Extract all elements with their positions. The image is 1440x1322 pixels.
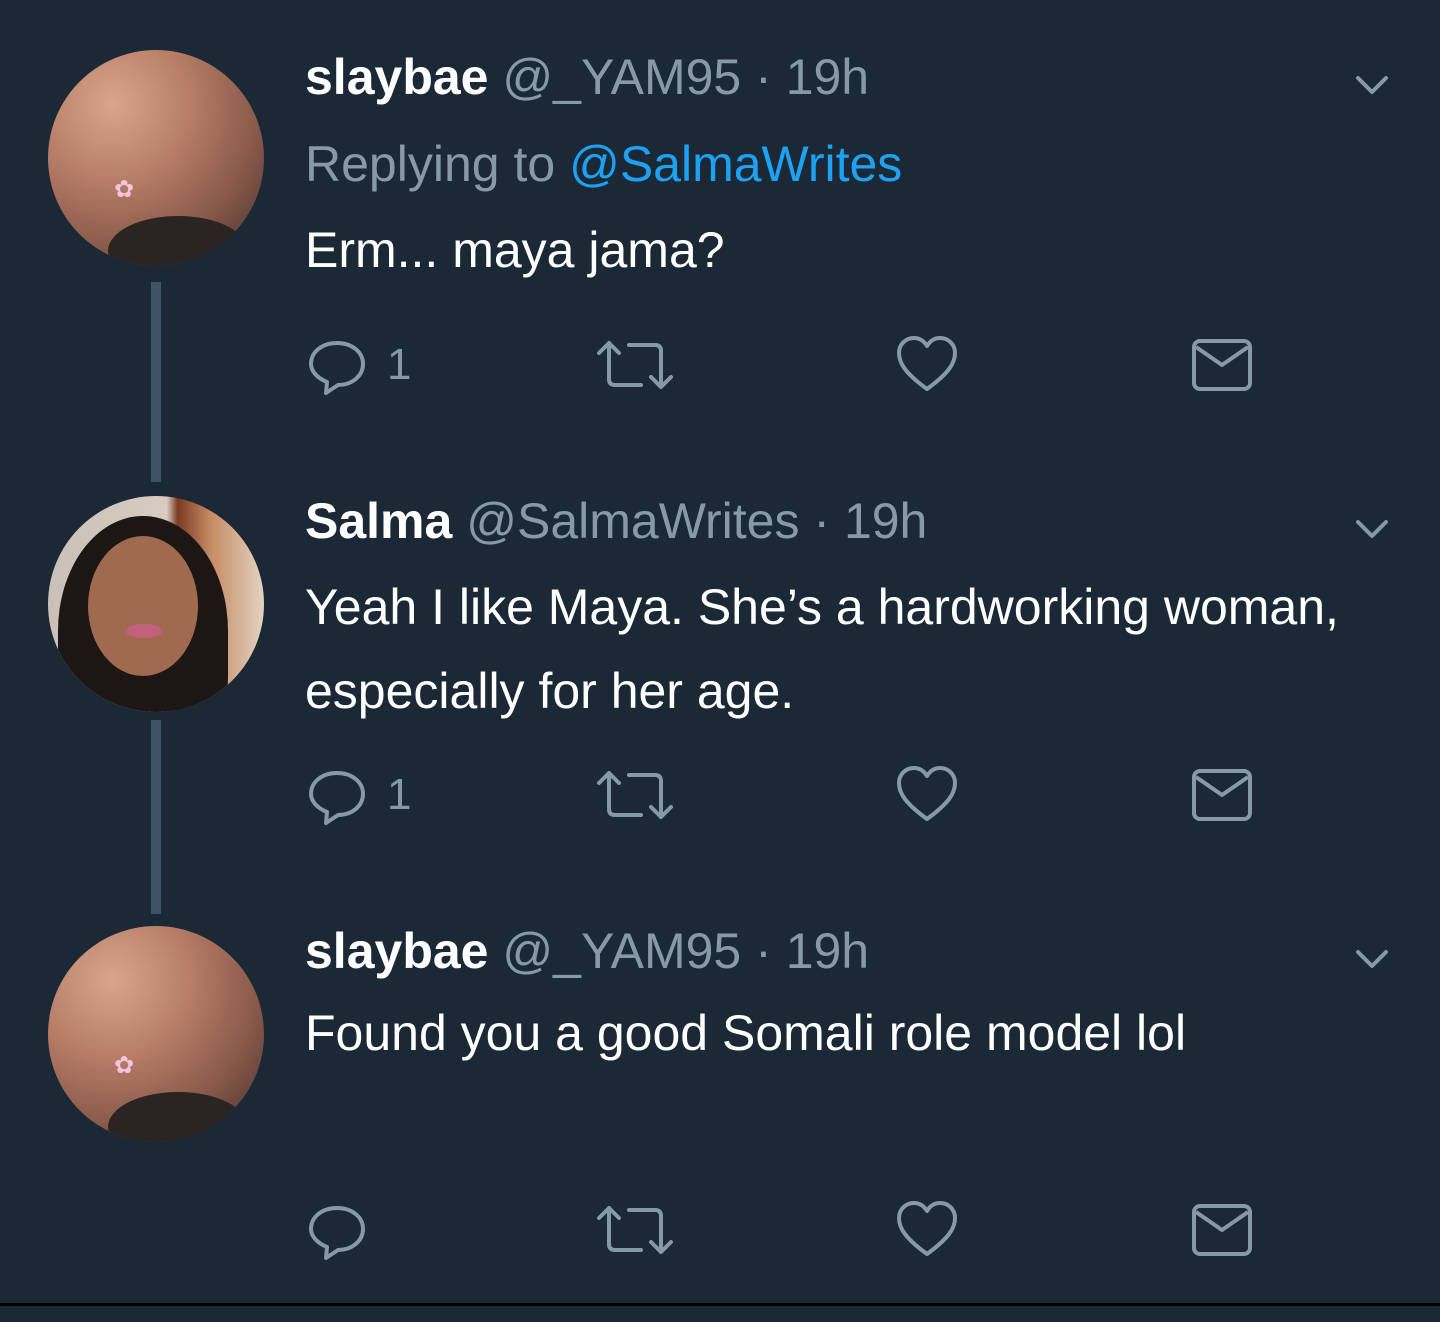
heart-icon (897, 1201, 957, 1256)
reply-count: 1 (387, 770, 412, 819)
reply-button[interactable]: 1 (305, 330, 411, 400)
retweet-button[interactable] (595, 330, 675, 400)
like-button[interactable] (895, 1195, 959, 1265)
reply-button[interactable] (305, 1195, 387, 1265)
display-name[interactable]: slaybae (305, 49, 488, 105)
retweet-icon (597, 1206, 673, 1254)
handle[interactable]: @SalmaWrites (466, 493, 799, 549)
dm-button[interactable] (1190, 330, 1254, 400)
retweet-button[interactable] (595, 760, 675, 830)
separator: · (813, 493, 831, 549)
timestamp[interactable]: 19h (786, 923, 869, 979)
avatar[interactable]: ✿ (48, 926, 264, 1142)
separator: · (755, 923, 772, 979)
retweet-button[interactable] (595, 1195, 675, 1265)
timestamp[interactable]: 19h (844, 493, 927, 549)
display-name[interactable]: slaybae (305, 923, 488, 979)
retweet-icon (597, 341, 673, 389)
reply-icon (309, 1206, 365, 1260)
flower-icon: ✿ (114, 176, 135, 203)
tweet-text: Yeah I like Maya. She’s a hardworking wo… (305, 579, 1339, 719)
display-name[interactable]: Salma (305, 493, 452, 549)
avatar-face (88, 536, 198, 676)
avatar[interactable]: ✿ (48, 50, 264, 266)
reply-icon (309, 771, 365, 825)
envelope-icon (1192, 1204, 1252, 1256)
chevron-down-icon[interactable] (1352, 64, 1392, 104)
action-bar (305, 1195, 1285, 1265)
reply-icon (309, 341, 365, 395)
envelope-icon (1192, 339, 1252, 391)
mention-link[interactable]: @SalmaWrites (569, 136, 902, 192)
dm-button[interactable] (1190, 1195, 1254, 1265)
heart-icon (897, 336, 957, 391)
tweet[interactable]: Salma @SalmaWrites · 19h Yeah I like May… (0, 480, 1440, 910)
reply-button[interactable]: 1 (305, 760, 411, 830)
heart-icon (897, 766, 957, 821)
handle[interactable]: @_YAM95 (502, 923, 741, 979)
like-button[interactable] (895, 330, 959, 400)
chevron-down-icon[interactable] (1352, 508, 1392, 548)
replying-prefix: Replying to (305, 136, 556, 192)
tweet-header: slaybae @_YAM95 · 19h (305, 48, 869, 106)
tweet-text: Found you a good Somali role model lol (305, 1005, 1187, 1061)
tweet[interactable]: ✿ slaybae @_YAM95 · 19h Replying to @Sal… (0, 0, 1440, 480)
action-bar: 1 (305, 760, 1285, 830)
action-bar: 1 (305, 330, 1285, 400)
separator: · (755, 49, 772, 105)
timestamp[interactable]: 19h (786, 49, 869, 105)
handle[interactable]: @_YAM95 (502, 49, 741, 105)
tweet-header: slaybae @_YAM95 · 19h (305, 922, 869, 980)
reply-count: 1 (387, 340, 412, 389)
like-button[interactable] (895, 760, 959, 830)
retweet-icon (597, 771, 673, 819)
dm-button[interactable] (1190, 760, 1254, 830)
tweet-text: Erm... maya jama? (305, 222, 725, 278)
flower-icon: ✿ (114, 1052, 135, 1079)
tweet-header: Salma @SalmaWrites · 19h (305, 492, 927, 550)
tweet[interactable]: ✿ slaybae @_YAM95 · 19h Found you a good… (0, 910, 1440, 1303)
avatar-lips (126, 624, 162, 638)
envelope-icon (1192, 769, 1252, 821)
chevron-down-icon[interactable] (1352, 938, 1392, 978)
replying-to: Replying to @SalmaWrites (305, 135, 902, 193)
avatar[interactable] (48, 496, 264, 712)
bottom-divider (0, 1303, 1440, 1322)
